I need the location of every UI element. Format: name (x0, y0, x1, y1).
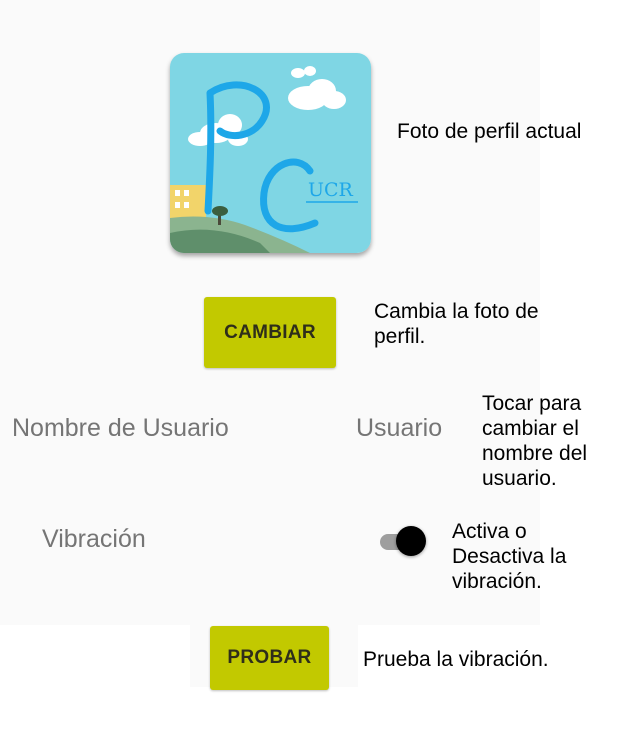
change-photo-button[interactable]: CAMBIAR (204, 297, 336, 368)
vibration-annotation: Activa o Desactiva la vibración. (452, 520, 567, 593)
test-annotation: Prueba la vibración. (363, 648, 549, 671)
username-value[interactable]: Usuario (356, 414, 442, 443)
username-annotation: Tocar para cambiar el nombre del usuario… (482, 392, 588, 490)
svg-text:UCR: UCR (308, 179, 354, 201)
change-photo-annotation: Cambia la foto de perfil. (374, 300, 539, 348)
vibration-toggle[interactable] (378, 525, 430, 559)
pc-ucr-logo-icon: UCR (170, 53, 371, 253)
avatar-annotation: Foto de perfil actual (397, 120, 582, 143)
username-label[interactable]: Nombre de Usuario (12, 414, 229, 443)
toggle-thumb (396, 526, 426, 556)
profile-avatar: UCR (170, 53, 371, 253)
vibration-label: Vibración (42, 525, 146, 553)
test-vibration-button[interactable]: PROBAR (210, 626, 329, 690)
